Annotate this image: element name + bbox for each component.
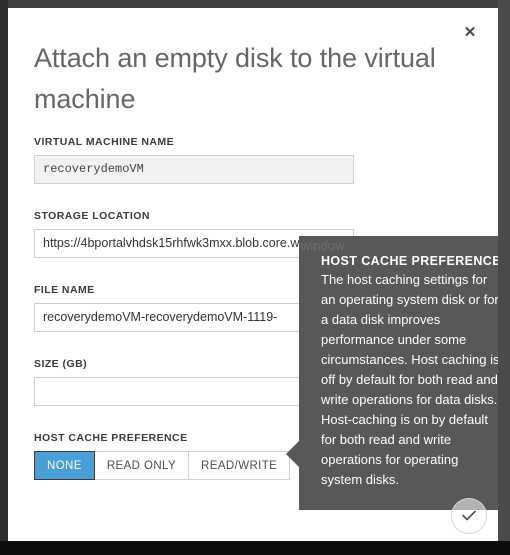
tooltip-body: The host caching settings for an operati…	[321, 272, 498, 487]
host-cache-toggle-group: NONE READ ONLY READ/WRITE	[34, 451, 291, 480]
close-icon[interactable]: ✕	[454, 16, 486, 48]
field-label-storage-location: STORAGE LOCATION	[34, 210, 150, 222]
virtual-machine-name-input: recoverydemoVM	[34, 155, 354, 184]
window-chrome-bottom	[0, 541, 510, 555]
host-cache-option-read-write[interactable]: READ/WRITE	[189, 451, 291, 480]
tooltip-arrow-icon	[286, 441, 299, 467]
background-watermark-text: window	[301, 238, 345, 253]
host-cache-option-none[interactable]: NONE	[34, 451, 95, 480]
host-cache-tooltip: window HOST CACHE PREFERENCE The host ca…	[286, 236, 498, 510]
tooltip-title: HOST CACHE PREFERENCE	[321, 254, 498, 268]
window-chrome-left	[0, 0, 8, 555]
window-chrome-top	[0, 0, 510, 8]
host-cache-option-read-only[interactable]: READ ONLY	[94, 451, 190, 480]
field-label-virtual-machine-name: VIRTUAL MACHINE NAME	[34, 136, 175, 148]
attach-disk-dialog: ✕ Attach an empty disk to the virtual ma…	[8, 8, 498, 541]
confirm-checkmark-button[interactable]	[451, 498, 487, 534]
screen-root: ✕ Attach an empty disk to the virtual ma…	[0, 0, 510, 555]
window-chrome-right	[498, 0, 510, 555]
page-title: Attach an empty disk to the virtual mach…	[34, 43, 436, 114]
check-icon	[462, 510, 476, 521]
field-virtual-machine-name: VIRTUAL MACHINE NAME recoverydemoVM	[34, 136, 474, 184]
